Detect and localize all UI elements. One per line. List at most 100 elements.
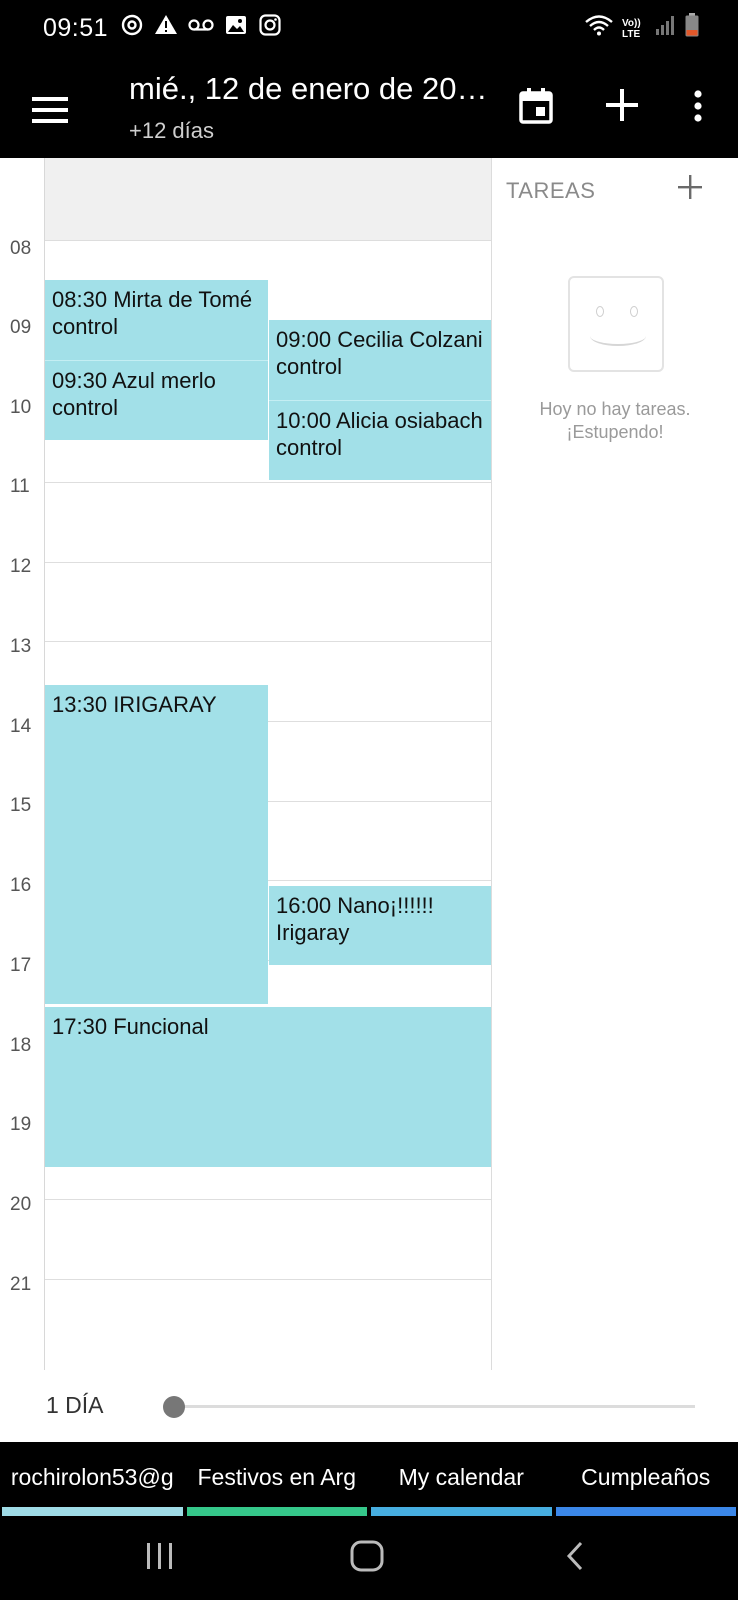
hour-label: 21: [10, 1274, 32, 1295]
calendar-tab-label: Festivos en Arg: [197, 1464, 357, 1490]
hour-label: 12: [10, 556, 32, 577]
warning-icon: [154, 13, 178, 46]
event-time: 16:00: [276, 893, 332, 918]
calendar-color-bar: [371, 1507, 552, 1516]
battery-icon: [684, 12, 700, 47]
image-icon: [224, 13, 248, 46]
volte-icon: Vo)) LTE: [622, 18, 641, 40]
event-title: Azul merlo: [111, 368, 216, 393]
zoom-row: 1 DÍA: [0, 1370, 738, 1442]
event-subtitle: control: [52, 314, 119, 339]
more-options-button[interactable]: [670, 80, 726, 136]
add-task-button[interactable]: [668, 168, 712, 212]
event-time: 09:30: [52, 368, 108, 393]
hour-label: 08: [10, 238, 32, 259]
event-block[interactable]: 08:30 Mirta de Tomé control: [45, 280, 268, 360]
event-block[interactable]: 09:00 Cecilia Colzani control: [269, 320, 491, 400]
menu-button[interactable]: [22, 82, 78, 138]
time-column: 08 09 10 11 12 13 14 15 16 17 18 19 20 2…: [0, 158, 45, 1370]
event-time: 08:30: [52, 287, 108, 312]
event-title: Mirta de Tomé: [113, 287, 253, 312]
event-subtitle: control: [52, 395, 119, 420]
plus-icon: [677, 167, 703, 208]
calendar-tab-label: rochirolon53@g: [10, 1464, 174, 1490]
event-block[interactable]: 09:30 Azul merlo control: [45, 360, 268, 440]
event-title: IRIGARAY: [113, 692, 217, 717]
hour-label: 10: [10, 397, 32, 418]
app-bar: mié., 12 de enero de 20… +12 días: [0, 58, 738, 158]
instagram-icon: [258, 13, 282, 46]
date-subtitle: +12 días: [129, 118, 215, 143]
hour-label: 09: [10, 317, 32, 338]
calendar-tab[interactable]: Festivos en Arg: [185, 1442, 370, 1516]
home-button[interactable]: [337, 1536, 397, 1580]
system-nav-bar: [0, 1516, 738, 1600]
event-title: Cecilia Colzani: [337, 327, 483, 352]
hour-line: [45, 482, 491, 483]
hour-line: [45, 562, 491, 563]
hour-label: 20: [10, 1194, 32, 1215]
calendar-tab[interactable]: rochirolon53@g: [0, 1442, 185, 1516]
calendar-color-bar: [555, 1507, 736, 1516]
tasks-title: TAREAS: [506, 178, 596, 203]
event-title: Funcional: [113, 1014, 209, 1039]
hour-label: 19: [10, 1114, 32, 1135]
zoom-slider-thumb[interactable]: [163, 1396, 185, 1418]
tasks-panel: TAREAS Hoy no hay tareas. ¡Estupendo!: [492, 158, 738, 1370]
tasks-empty-line: ¡Estupendo!: [566, 422, 664, 442]
voicemail-icon: [188, 13, 214, 46]
day-view[interactable]: 08 09 10 11 12 13 14 15 16 17 18 19 20 2…: [0, 158, 492, 1370]
event-block[interactable]: 10:00 Alicia osiabach control: [269, 400, 491, 480]
wifi-icon: [584, 13, 614, 46]
tasks-empty-line: Hoy no hay tareas.: [539, 399, 691, 419]
smiley-icon: [568, 276, 664, 372]
more-vert-icon: [692, 89, 704, 128]
hour-line: [45, 1199, 491, 1200]
tasks-empty-message: Hoy no hay tareas. ¡Estupendo!: [492, 398, 738, 444]
hour-label: 15: [10, 795, 32, 816]
hour-label: 18: [10, 1035, 32, 1056]
event-time: 17:30: [52, 1014, 108, 1039]
calendar-color-bar: [186, 1507, 367, 1516]
calendar-tabs: rochirolon53@g Festivos en Arg My calend…: [0, 1442, 738, 1516]
calendar-tab-label: My calendar: [398, 1464, 524, 1490]
event-block[interactable]: 13:30 IRIGARAY: [45, 685, 268, 1004]
sync-icon: [120, 13, 144, 46]
calendar-color-bar: [2, 1507, 183, 1516]
status-bar: 09:51 Vo)) LTE: [0, 0, 738, 58]
back-button[interactable]: [545, 1536, 605, 1580]
recents-icon: [144, 1541, 176, 1576]
calendar-tab[interactable]: My calendar: [369, 1442, 554, 1516]
plus-icon: [604, 84, 640, 132]
calendar-today-icon: [518, 87, 554, 130]
hour-label: 13: [10, 636, 32, 657]
recents-button[interactable]: [130, 1536, 190, 1580]
zoom-label: 1 DÍA: [46, 1392, 104, 1418]
add-event-button[interactable]: [594, 80, 650, 136]
zoom-slider-track[interactable]: [174, 1405, 695, 1408]
back-icon: [563, 1540, 587, 1577]
today-button[interactable]: [508, 80, 564, 136]
hour-line: [45, 641, 491, 642]
hour-label: 17: [10, 955, 32, 976]
all-day-row[interactable]: [45, 158, 491, 241]
calendar-tab-label: Cumpleaños: [581, 1464, 711, 1490]
menu-icon: [32, 97, 68, 101]
event-subtitle: control: [276, 354, 343, 379]
event-time: 09:00: [276, 327, 332, 352]
signal-icon: [654, 13, 676, 46]
event-title: Nano¡!!!!!!: [337, 893, 434, 918]
event-block[interactable]: 17:30 Funcional: [45, 1007, 491, 1167]
hour-label: 11: [10, 476, 30, 497]
calendar-tab[interactable]: Cumpleaños: [554, 1442, 738, 1516]
hour-label: 14: [10, 716, 32, 737]
event-time: 10:00: [276, 408, 332, 433]
status-time: 09:51: [43, 14, 109, 42]
event-time: 13:30: [52, 692, 108, 717]
event-title: Alicia osiabach: [335, 408, 483, 433]
event-block[interactable]: 16:00 Nano¡!!!!!! Irigaray: [269, 886, 491, 965]
date-title[interactable]: mié., 12 de enero de 20…: [129, 71, 489, 107]
hour-line: [45, 1279, 491, 1280]
home-icon: [349, 1539, 385, 1578]
event-subtitle: control: [276, 435, 343, 460]
